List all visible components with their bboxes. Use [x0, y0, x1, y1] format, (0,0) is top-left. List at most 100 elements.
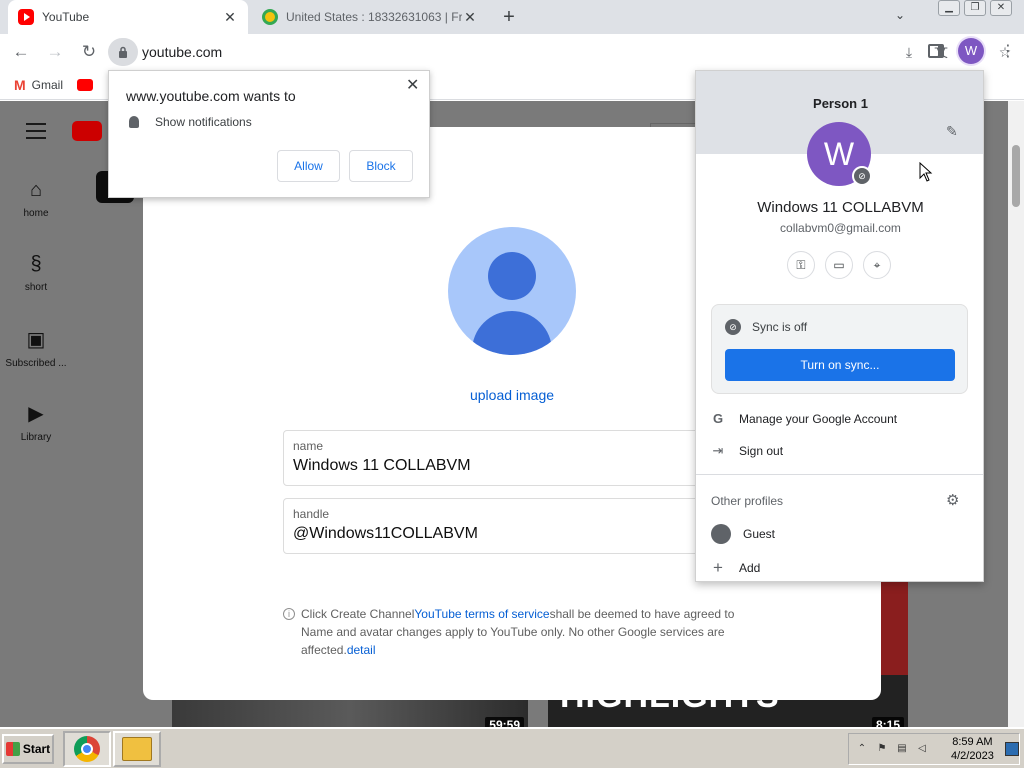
gmail-icon: M — [14, 76, 26, 93]
video-duration: 8:15 — [871, 717, 904, 727]
new-tab-button[interactable]: + — [498, 6, 520, 28]
guest-avatar-icon — [711, 524, 731, 544]
scrollbar-thumb[interactable] — [1012, 145, 1020, 207]
terms-link[interactable]: YouTube terms of service — [414, 607, 549, 621]
profile-name: Windows 11 COLLABVM — [757, 199, 924, 216]
system-tray: ⌃ ⚑ ▤ ◁ 8:59 AM 4/2/2023 — [848, 733, 1020, 765]
window-controls: ▁ ❐ ✕ — [938, 0, 1012, 16]
sync-card: ⊘ Sync is off Turn on sync... — [711, 304, 968, 394]
site-info-button[interactable] — [108, 38, 138, 66]
info-icon: i — [283, 608, 295, 620]
permission-text: Show notifications — [155, 115, 252, 129]
profile-email: collabvm0@gmail.com — [780, 221, 901, 235]
manage-account-item[interactable]: G Manage your Google Account — [711, 411, 897, 426]
handle-input[interactable]: @Windows11COLLABVM — [293, 525, 743, 543]
clock-date: 4/2/2023 — [951, 750, 994, 762]
reload-button[interactable]: ↻ — [76, 39, 102, 65]
menu-item-label: Sign out — [739, 444, 784, 458]
menu-kebab-icon[interactable]: ⋮ — [1000, 41, 1016, 61]
sync-status-text: Sync is off — [752, 320, 808, 334]
sidebar-item-subscriptions[interactable]: ▣ Subscribed ... — [0, 327, 72, 369]
youtube-icon — [18, 9, 34, 25]
sign-out-icon: ⇥ — [712, 443, 724, 458]
profile-header-title: Person 1 — [813, 96, 868, 111]
sidebar-item-shorts[interactable]: § short — [0, 253, 72, 293]
start-button[interactable]: Start — [2, 734, 54, 764]
youtube-sidebar: ⌂ home § short ▣ Subscribed ... ▶ Librar… — [0, 101, 72, 727]
passwords-key-icon[interactable]: ⚿ — [787, 251, 815, 279]
name-input[interactable]: Windows 11 COLLABVM — [293, 457, 743, 475]
addresses-location-icon[interactable]: ⌖ — [863, 251, 891, 279]
gear-icon[interactable]: ⚙ — [946, 491, 959, 509]
sync-off-icon: ⊘ — [725, 319, 741, 335]
lock-icon — [119, 46, 127, 58]
divider — [696, 474, 983, 475]
forward-button[interactable]: → — [42, 39, 68, 65]
name-field[interactable]: name Windows 11 COLLABVM — [283, 430, 753, 486]
close-window-button[interactable]: ✕ — [990, 0, 1012, 16]
notice-text: Click Create ChannelYouTube terms of ser… — [301, 605, 753, 659]
tray-expand-icon[interactable]: ⌃ — [855, 742, 869, 756]
address-bar[interactable]: youtube.com ⤓ 文 ⇪ ☆ — [108, 38, 1011, 66]
sidebar-item-library[interactable]: ▶ Library — [0, 401, 72, 443]
notification-title: www.youtube.com wants to — [126, 88, 296, 104]
tab-title: YouTube — [42, 10, 90, 24]
subscriptions-icon: ▣ — [26, 329, 46, 351]
close-icon[interactable]: ✕ — [222, 9, 238, 26]
sign-out-item[interactable]: ⇥ Sign out — [711, 443, 784, 459]
detail-link[interactable]: detail — [347, 643, 376, 657]
add-profile-item[interactable]: + Add — [711, 558, 760, 578]
profile-avatar-button[interactable]: W — [958, 38, 984, 64]
handle-field[interactable]: handle @Windows11COLLABVM — [283, 498, 753, 554]
system-clock[interactable]: 8:59 AM 4/2/2023 — [951, 735, 994, 763]
taskbar-explorer-button[interactable] — [113, 731, 161, 767]
allow-button[interactable]: Allow — [277, 150, 340, 182]
menu-item-label: Guest — [743, 527, 776, 541]
back-button[interactable]: ← — [8, 39, 34, 65]
restore-button[interactable]: ❐ — [964, 0, 986, 16]
start-label: Start — [22, 742, 51, 756]
network-icon[interactable]: ▤ — [895, 742, 909, 756]
plus-icon: + — [713, 558, 723, 577]
sidebar-item-label: short — [24, 282, 48, 293]
show-desktop-icon[interactable] — [1005, 742, 1019, 756]
volume-muted-icon[interactable]: ◁ — [915, 742, 929, 756]
menu-item-label: Add — [739, 561, 761, 575]
globe-icon — [262, 9, 278, 25]
guest-profile-item[interactable]: Guest — [711, 524, 775, 544]
shorts-icon: § — [30, 253, 42, 275]
tab-phone-number[interactable]: United States : 18332631063 | Fr... ✕ — [252, 0, 488, 34]
payment-card-icon[interactable]: ▭ — [825, 251, 853, 279]
sidebar-item-home[interactable]: ⌂ home — [0, 179, 72, 219]
bookmark-gmail[interactable]: M Gmail — [14, 77, 63, 93]
tab-search-icon[interactable]: ⌄ — [895, 8, 905, 22]
block-button[interactable]: Block — [349, 150, 413, 182]
taskbar-chrome-button[interactable] — [63, 731, 111, 767]
close-icon[interactable]: ✕ — [406, 75, 419, 95]
url-text[interactable]: youtube.com — [142, 44, 222, 60]
turn-on-sync-button[interactable]: Turn on sync... — [725, 349, 955, 381]
home-icon: ⌂ — [29, 179, 43, 201]
bell-icon — [129, 116, 139, 128]
chrome-icon — [74, 736, 100, 762]
tab-youtube[interactable]: YouTube ✕ — [8, 0, 248, 34]
youtube-logo[interactable] — [72, 121, 102, 141]
avatar-body-shape — [472, 311, 552, 355]
sidebar-item-label: home — [23, 208, 49, 219]
other-profiles-label: Other profiles — [711, 494, 784, 508]
channel-avatar-placeholder[interactable] — [448, 227, 576, 355]
minimize-button[interactable]: ▁ — [938, 0, 960, 16]
action-center-flag-icon[interactable]: ⚑ — [875, 742, 889, 756]
hamburger-menu-icon[interactable] — [26, 123, 46, 144]
side-panel-icon[interactable] — [928, 44, 944, 58]
page-scrollbar[interactable] — [1008, 101, 1024, 727]
edit-pencil-icon[interactable]: ✎ — [946, 123, 958, 140]
library-icon: ▶ — [28, 403, 44, 425]
profile-quick-actions: ⚿ ▭ ⌖ — [787, 251, 891, 279]
close-icon[interactable]: ✕ — [462, 9, 478, 26]
install-app-icon[interactable]: ⤓ — [898, 41, 920, 63]
sync-paused-badge-icon: ⊘ — [852, 166, 872, 186]
bookmark-youtube[interactable] — [77, 78, 94, 91]
avatar-head-shape — [488, 252, 536, 300]
notice-prefix: Click Create Channel — [301, 607, 415, 621]
